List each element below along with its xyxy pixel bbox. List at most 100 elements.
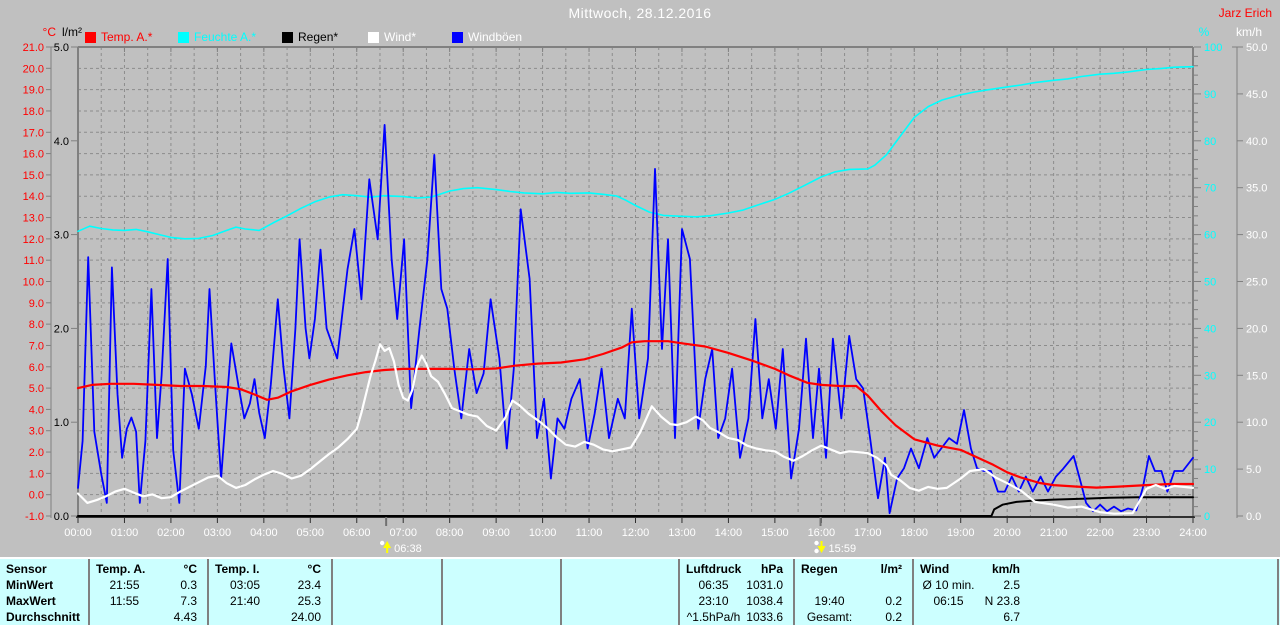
series-regen-line [78,497,1193,516]
table-cell-value: 2.5 [920,577,1020,593]
humidity-tick-label: 0 [1204,511,1210,523]
table-cell-value: 1031.0 [686,577,783,593]
temp-tick-label: 17.0 [23,127,44,139]
wind-tick-label: 50.0 [1246,42,1267,54]
humidity-tick-label: 100 [1204,42,1222,54]
temp-tick-label: 15.0 [23,170,44,182]
table-cell-value: 23.4 [215,577,321,593]
x-tick-label: 09:00 [482,527,510,539]
temp-axis: -1.00.01.02.03.04.05.06.07.08.09.010.011… [23,42,57,523]
x-tick-label: 16:00 [808,527,836,539]
x-tick-label: 23:00 [1133,527,1161,539]
wind-tick-label: 25.0 [1246,277,1267,289]
table-cell-value: 0.2 [801,593,902,609]
x-tick-label: 22:00 [1086,527,1114,539]
rain-tick-label: 4.0 [54,136,69,148]
x-tick-label: 05:00 [297,527,325,539]
rain-tick-label: 0.0 [54,511,69,523]
table-section-unit: °C [96,561,197,577]
x-tick-label: 17:00 [854,527,882,539]
temp-tick-label: 6.0 [29,362,44,374]
chart-plot: -1.00.01.02.03.04.05.06.07.08.09.010.011… [0,0,1280,557]
temp-tick-label: 10.0 [23,277,44,289]
marker-dot [814,541,818,545]
x-tick-label: 06:00 [343,527,371,539]
humidity-tick-label: 20 [1204,417,1216,429]
temp-tick-label: 4.0 [29,404,44,416]
marker-dot [814,549,818,553]
humidity-tick-label: 80 [1204,136,1216,148]
sunset-icon [814,541,825,553]
table-row-label: Sensor [6,561,47,577]
table-section-unit: l/m² [801,561,902,577]
humidity-tick-label: 30 [1204,370,1216,382]
table-cell-value: 0.2 [801,609,902,625]
weather-station-window: Mittwoch, 28.12.2016 Jarz Erich °C l/m² … [0,0,1280,625]
temp-tick-label: 11.0 [23,255,44,267]
wind-tick-label: 15.0 [1246,370,1267,382]
temp-tick-label: 18.0 [23,106,44,118]
humidity-tick-label: 60 [1204,230,1216,242]
temp-tick-label: -1.0 [25,511,44,523]
temp-tick-label: 3.0 [29,426,44,438]
x-axis-labels: 00:0001:0002:0003:0004:0005:0006:0007:00… [64,527,1207,539]
table-section-unit: km/h [920,561,1020,577]
humidity-tick-label: 50 [1204,277,1216,289]
temp-tick-label: 9.0 [29,298,44,310]
table-row-label: Durchschnitt [6,609,80,625]
x-tick-label: 15:00 [761,527,789,539]
table-right-border [1277,559,1279,625]
x-tick-label: 03:00 [204,527,232,539]
wind-axis: 0.05.010.015.020.025.030.035.040.045.050… [1232,42,1267,523]
table-column-divider [678,559,680,625]
temp-tick-label: 1.0 [29,468,44,480]
x-tick-label: 01:00 [111,527,139,539]
summary-table: SensorMinWertMaxWertDurchschnittTemp. A.… [0,557,1280,625]
x-tick-label: 11:00 [576,527,603,539]
humidity-tick-label: 90 [1204,89,1216,101]
temp-tick-label: 13.0 [23,213,44,225]
x-tick-label: 18:00 [900,527,928,539]
wind-tick-label: 45.0 [1246,89,1267,101]
humidity-tick-label: 40 [1204,323,1216,335]
humidity-axis: 0 10 20 30 40 50 60 70 80 90 100 [1194,42,1222,523]
gridlines [78,47,1193,516]
marker-time-label: 06:38 [394,543,422,555]
temp-tick-label: 20.0 [23,63,44,75]
table-column-divider [441,559,443,625]
x-tick-label: 07:00 [389,527,417,539]
table-column-divider [331,559,333,625]
series-group [78,67,1193,516]
table-column-divider [88,559,90,625]
wind-tick-label: 0.0 [1246,511,1261,523]
table-row-label: MinWert [6,577,53,593]
humidity-tick-label: 70 [1204,183,1216,195]
humidity-tick-label: 10 [1204,464,1216,476]
rain-tick-label: 5.0 [54,42,69,54]
table-cell-value: 1033.6 [686,609,783,625]
x-tick-label: 04:00 [250,527,278,539]
x-tick-label: 14:00 [715,527,743,539]
x-tick-label: 08:00 [436,527,464,539]
arrow-head-down [818,546,826,553]
temp-tick-label: 14.0 [23,191,44,203]
x-tick-label: 12:00 [622,527,650,539]
wind-tick-label: 35.0 [1246,183,1267,195]
table-cell-value: 4.43 [96,609,197,625]
x-tick-label: 20:00 [993,527,1021,539]
temp-tick-label: 19.0 [23,85,44,97]
x-tick-label: 13:00 [668,527,696,539]
table-section-unit: hPa [686,561,783,577]
table-cell-value: 6.7 [920,609,1020,625]
table-cell-value: N 23.8 [920,593,1020,609]
rain-tick-label: 3.0 [54,230,69,242]
temp-tick-label: 0.0 [29,490,44,502]
wind-tick-label: 30.0 [1246,230,1267,242]
wind-tick-label: 20.0 [1246,323,1267,335]
temp-tick-label: 5.0 [29,383,44,395]
table-cell-value: 24.00 [215,609,321,625]
table-column-divider [560,559,562,625]
arrow-head-up [383,541,391,548]
marker-dot [380,541,384,545]
x-tick-label: 19:00 [947,527,975,539]
